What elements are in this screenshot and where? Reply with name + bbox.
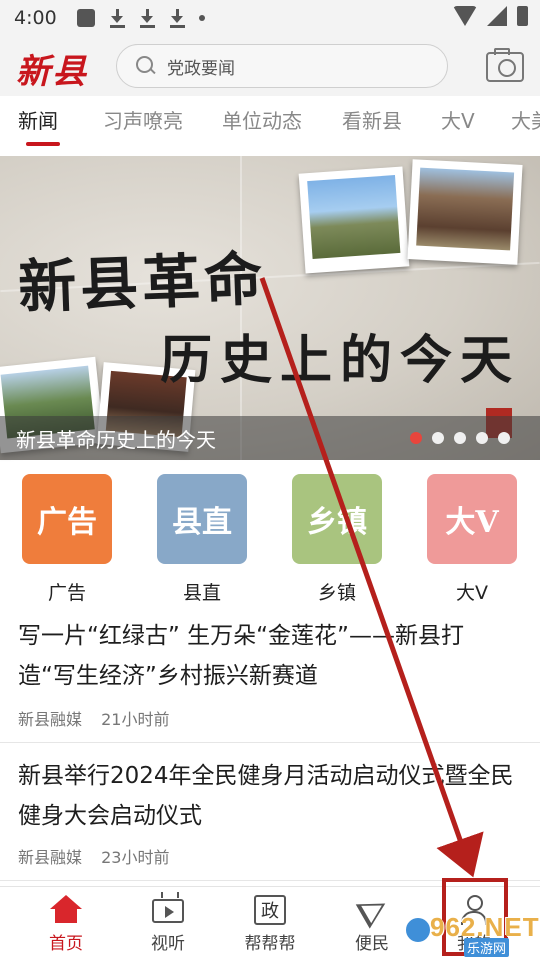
carousel-dot-active[interactable]: [410, 432, 422, 444]
download-icon: [139, 8, 155, 28]
banner-title-line1: 新县革命: [17, 244, 268, 322]
camera-icon[interactable]: [486, 48, 524, 82]
status-time: 4:00: [14, 7, 57, 29]
tab-unit-news[interactable]: 单位动态: [222, 105, 302, 134]
tab-news[interactable]: 新闻: [18, 105, 58, 134]
news-item[interactable]: 新县举行2024年全民健身月活动启动仪式暨全民健身大会启动仪式 新县融媒 23小…: [0, 756, 540, 880]
banner-photo: [298, 166, 410, 274]
carousel-dot[interactable]: [498, 432, 510, 444]
app-header: 新县 党政要闻: [0, 36, 540, 96]
category-label: 县直: [182, 582, 221, 604]
news-title[interactable]: 新县举行2024年全民健身月活动启动仪式暨全民健身大会启动仪式: [18, 756, 518, 836]
news-meta: 新县融媒 21小时前: [18, 706, 183, 730]
app-logo: 新县: [16, 52, 88, 92]
battery-icon: [517, 6, 528, 26]
nav-label: 帮帮帮: [244, 934, 296, 954]
category-towns[interactable]: 乡镇 乡镇: [292, 474, 382, 604]
category-label: 广告: [47, 582, 86, 604]
category-county[interactable]: 县直 县直: [157, 474, 247, 604]
carousel-dot[interactable]: [432, 432, 444, 444]
news-source: 新县融媒: [18, 848, 83, 867]
carousel-dot[interactable]: [454, 432, 466, 444]
news-title[interactable]: 写一片“红绿古” 生万朵“金莲花”——新县打造“写生经济”乡村振兴新赛道: [18, 616, 518, 696]
tab-xisheng[interactable]: 习声嘹亮: [103, 105, 183, 134]
banner-title-line2: 历史上的今天: [160, 330, 521, 391]
notification-app-icon: [76, 9, 95, 27]
carousel-dots: [410, 432, 510, 444]
category-tile-towns[interactable]: 乡镇: [292, 474, 382, 564]
category-tile-ads[interactable]: 广告: [22, 474, 112, 564]
nav-home[interactable]: 首页: [16, 887, 116, 960]
news-time: 21小时前: [101, 710, 170, 729]
nav-label: 首页: [49, 934, 83, 954]
banner-photo: [407, 159, 523, 265]
category-label: 乡镇: [317, 582, 356, 604]
signal-icon: [487, 6, 507, 26]
system-icons: [453, 6, 528, 26]
watermark-logo: 962.NET 乐游网: [402, 912, 539, 957]
government-icon: 政: [254, 895, 286, 925]
nav-label: 视听: [151, 934, 185, 954]
category-ads[interactable]: 广告 广告: [22, 474, 112, 604]
search-placeholder: 党政要闻: [167, 58, 235, 79]
category-label: 大V: [456, 582, 488, 604]
watermark-badge-icon: [404, 916, 432, 944]
search-icon: [135, 55, 157, 77]
carousel-dot[interactable]: [476, 432, 488, 444]
watermark-subtext: 乐游网: [464, 938, 510, 957]
category-big-v[interactable]: 大V 大V: [427, 474, 517, 604]
tab-big-v[interactable]: 大V: [441, 105, 475, 134]
more-notifications-icon: [198, 15, 205, 21]
tab-beauty[interactable]: 大美: [511, 105, 540, 134]
status-bar: 4:00: [0, 0, 540, 36]
send-icon: [355, 891, 393, 929]
nav-video[interactable]: 视听: [118, 887, 218, 960]
news-meta: 新县融媒 23小时前: [18, 844, 183, 868]
wifi-icon: [453, 6, 477, 26]
download-icon: [109, 8, 125, 28]
news-source: 新县融媒: [18, 710, 83, 729]
active-tab-indicator: [26, 142, 60, 146]
download-icon: [169, 8, 185, 28]
nav-help[interactable]: 政 帮帮帮: [220, 887, 320, 960]
search-input[interactable]: 党政要闻: [116, 44, 448, 88]
divider: [0, 742, 540, 743]
category-tile-big-v[interactable]: 大V: [427, 474, 517, 564]
news-time: 23小时前: [101, 848, 170, 867]
category-tile-county[interactable]: 县直: [157, 474, 247, 564]
tab-see-xinxian[interactable]: 看新县: [342, 105, 402, 134]
category-tabs: 新闻 习声嘹亮 单位动态 看新县 大V 大美: [0, 96, 540, 152]
home-icon: [50, 895, 82, 925]
news-item[interactable]: 写一片“红绿古” 生万朵“金莲花”——新县打造“写生经济”乡村振兴新赛道 新县融…: [0, 616, 540, 740]
banner-caption: 新县革命历史上的今天: [16, 428, 216, 452]
tv-icon: [152, 899, 184, 923]
